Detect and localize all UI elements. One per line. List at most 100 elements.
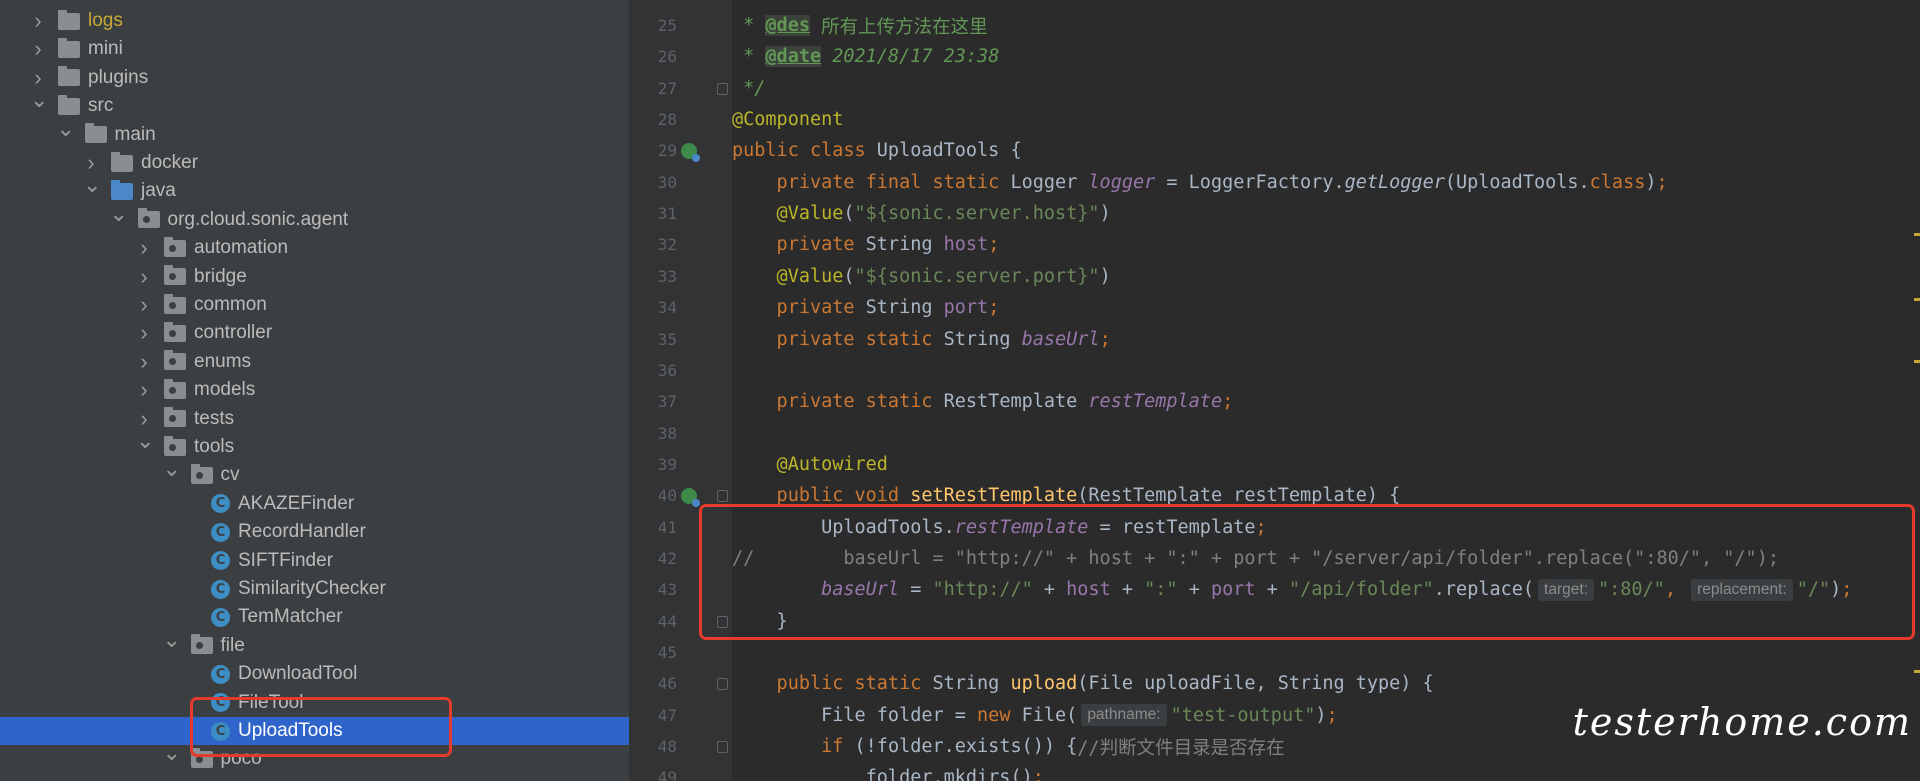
fold-icon[interactable] bbox=[717, 82, 728, 95]
code-line: @Component bbox=[732, 104, 843, 135]
code-token: public static bbox=[732, 673, 933, 695]
code-token: UploadTools { bbox=[876, 140, 1022, 162]
class-icon: C bbox=[211, 664, 230, 684]
tree-item-folder[interactable]: ⌄ org.cloud.sonic.agent bbox=[0, 202, 629, 234]
parameter-hint: pathname: bbox=[1081, 704, 1167, 727]
tree-item-label: org.cloud.sonic.agent bbox=[167, 208, 349, 230]
tree-item-folder[interactable]: › logs bbox=[0, 7, 629, 35]
line-number: 39 bbox=[657, 454, 677, 474]
tree-item-folder[interactable]: ⌄ cv bbox=[0, 458, 629, 489]
package-icon bbox=[190, 463, 213, 484]
tree-item-folder[interactable]: › bridge bbox=[0, 263, 629, 291]
chevron-right-icon[interactable]: › bbox=[136, 320, 152, 346]
line-number: 33 bbox=[657, 266, 677, 286]
line-number: 43 bbox=[657, 580, 677, 600]
code-token: @Value bbox=[732, 265, 844, 287]
tree-item-folder[interactable]: › common bbox=[0, 291, 629, 319]
line-number: 31 bbox=[657, 204, 677, 224]
code-token: restTemplate bbox=[1088, 391, 1223, 413]
fold-icon[interactable] bbox=[717, 490, 728, 503]
chevron-right-icon[interactable]: › bbox=[136, 349, 152, 375]
tree-item-label: common bbox=[194, 294, 267, 315]
code-token: //判断文件目录是否存在 bbox=[1077, 737, 1285, 759]
chevron-down-icon[interactable]: ⌄ bbox=[30, 89, 48, 111]
tree-item-folder[interactable]: › mini bbox=[0, 35, 629, 63]
tree-item-label: file bbox=[220, 634, 245, 656]
code-token: String bbox=[865, 234, 944, 256]
line-number: 49 bbox=[657, 768, 677, 781]
chevron-right-icon[interactable]: › bbox=[136, 292, 152, 318]
project-tree: › logs › mini › plugins ⌄ src ⌄ main › docker ⌄ java ⌄… bbox=[0, 0, 629, 781]
code-line: @Autowired bbox=[732, 449, 888, 480]
line-number: 34 bbox=[657, 298, 677, 318]
code-token: ) bbox=[1099, 265, 1111, 287]
tree-item-folder[interactable]: › models bbox=[0, 376, 629, 404]
code-line: private static RestTemplate restTemplate… bbox=[732, 386, 1234, 417]
chevron-down-icon[interactable]: ⌄ bbox=[57, 117, 75, 139]
chevron-right-icon[interactable]: › bbox=[136, 264, 152, 290]
folder-icon bbox=[58, 9, 80, 30]
chevron-right-icon[interactable]: › bbox=[30, 8, 46, 34]
chevron-right-icon[interactable]: › bbox=[136, 377, 152, 403]
tree-item-folder[interactable]: › enums bbox=[0, 348, 629, 376]
code-token: File folder = bbox=[732, 704, 978, 726]
code-token: String bbox=[932, 673, 1011, 695]
tree-item-folder[interactable]: ⌄ tools bbox=[0, 430, 629, 461]
tree-item-folder[interactable]: ⌄ main bbox=[0, 117, 629, 149]
tree-item-folder[interactable]: › automation bbox=[0, 234, 629, 262]
watermark: testerhome.com bbox=[1572, 700, 1912, 744]
chevron-down-icon[interactable]: ⌄ bbox=[163, 628, 181, 650]
folder-icon bbox=[84, 123, 107, 144]
code-token: class bbox=[1589, 171, 1646, 193]
chevron-down-icon[interactable]: ⌄ bbox=[110, 202, 128, 224]
tree-item-folder[interactable]: › controller bbox=[0, 319, 629, 347]
code-token: 所有上传方法在这里 bbox=[809, 16, 988, 38]
tree-item-class[interactable]: ›CDownloadTool bbox=[0, 660, 629, 688]
fold-icon[interactable] bbox=[717, 741, 728, 754]
tree-item-class[interactable]: ›CAKAZEFinder bbox=[0, 490, 629, 518]
spring-bean-gutter-icon[interactable] bbox=[681, 488, 700, 508]
code-line: @Value("${sonic.server.host}") bbox=[732, 198, 1111, 229]
tree-item-class[interactable]: ›CTemMatcher bbox=[0, 603, 629, 631]
chevron-down-icon[interactable]: ⌄ bbox=[163, 742, 181, 764]
code-token: = LoggerFactory. bbox=[1155, 171, 1345, 193]
tree-item-class[interactable]: ›CRecordHandler bbox=[0, 518, 629, 546]
tree-item-class[interactable]: ›CSIFTFinder bbox=[0, 547, 629, 575]
tree-item-folder[interactable]: ⌄ file bbox=[0, 628, 629, 660]
chevron-down-icon[interactable]: ⌄ bbox=[163, 458, 181, 480]
code-token: ; bbox=[1326, 704, 1338, 726]
code-token: @date bbox=[765, 46, 822, 68]
code-token: if bbox=[732, 736, 855, 758]
line-number: 37 bbox=[657, 392, 677, 412]
tree-item-class[interactable]: ›CSimilarityChecker bbox=[0, 575, 629, 603]
line-number: 26 bbox=[657, 47, 677, 67]
code-token: ; bbox=[1032, 767, 1044, 781]
folder-icon bbox=[111, 179, 133, 200]
fold-icon[interactable] bbox=[717, 678, 728, 691]
package-icon bbox=[164, 321, 186, 342]
tree-item-folder[interactable]: ⌄ java bbox=[0, 174, 629, 205]
code-token: @Autowired bbox=[732, 453, 888, 475]
code-token: folder.mkdirs() bbox=[732, 767, 1033, 781]
tree-item-label: TemMatcher bbox=[238, 606, 343, 628]
code-line: File folder = new File(pathname: "test-ou… bbox=[732, 700, 1338, 731]
chevron-right-icon[interactable]: › bbox=[136, 235, 152, 261]
code-token: ; bbox=[988, 234, 1000, 256]
tree-item-folder[interactable]: ⌄ src bbox=[0, 89, 629, 120]
tree-item-label: automation bbox=[194, 237, 289, 259]
code-editor[interactable]: * @des 所有上传方法在这里 * @date 2021/8/17 23:38… bbox=[732, 0, 1920, 781]
code-token: ( bbox=[843, 203, 855, 225]
tree-item-folder[interactable]: › tests bbox=[0, 405, 629, 433]
tree-item-label: controller bbox=[194, 322, 273, 344]
tree-item-folder[interactable]: › plugins bbox=[0, 64, 629, 92]
tree-item-label: RecordHandler bbox=[238, 521, 366, 543]
tree-item-label: cv bbox=[220, 464, 240, 486]
chevron-right-icon[interactable]: › bbox=[30, 36, 46, 62]
line-number: 30 bbox=[657, 172, 677, 192]
chevron-down-icon[interactable]: ⌄ bbox=[83, 174, 101, 196]
code-line: * @date 2021/8/17 23:38 bbox=[732, 41, 999, 72]
tree-item-label: docker bbox=[141, 152, 199, 173]
tree-item-label: tools bbox=[194, 436, 235, 457]
chevron-down-icon[interactable]: ⌄ bbox=[136, 430, 154, 452]
spring-bean-gutter-icon[interactable] bbox=[681, 143, 700, 163]
